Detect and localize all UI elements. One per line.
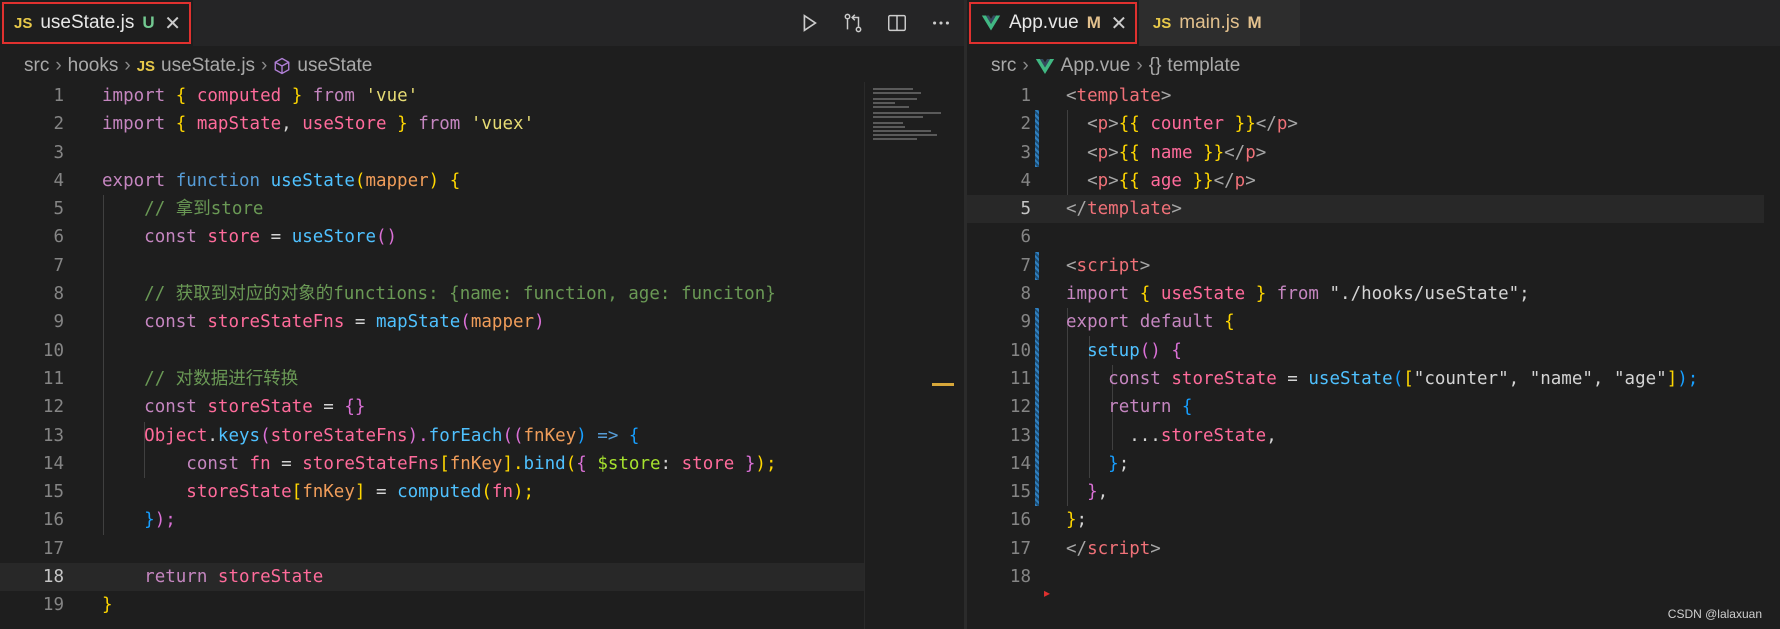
code-line: 7 <script> <box>1020 255 1151 276</box>
git-status-modified: M <box>1086 13 1101 32</box>
code-line: 14 const fn = storeStateFns[fnKey].bind(… <box>42 453 777 474</box>
vertical-scrollbar[interactable] <box>1764 82 1780 629</box>
code-line: 15 storeState[fnKey] = computed(fn); <box>42 482 535 503</box>
code-line: 5 // 拿到store <box>53 199 264 220</box>
code-line: 10 setup() { <box>1009 340 1182 361</box>
git-deleted-marker-icon: ▸ <box>1044 586 1051 600</box>
code-line: 1 <template> <box>1020 86 1172 106</box>
code-line: 3 <box>53 142 64 163</box>
vue-file-icon <box>1035 58 1054 74</box>
code-line: 1 import { computed } from 'vue' <box>53 86 419 106</box>
code-line: 9 export default { <box>1020 312 1235 333</box>
code-line: 13 ...storeState, <box>1009 425 1277 446</box>
close-tab-icon[interactable]: ✕ <box>1109 11 1129 36</box>
code-line: 6 const store = useStore() <box>53 227 398 248</box>
code-line: 12 return { <box>1009 397 1193 418</box>
breadcrumb-file[interactable]: useState.js <box>161 55 255 77</box>
code-line: 9 const storeStateFns = mapState(mapper) <box>53 312 545 333</box>
code-line: 4 export function useState(mapper) { <box>53 170 461 191</box>
breadcrumb-hooks[interactable]: hooks <box>68 55 119 77</box>
run-icon[interactable] <box>798 12 820 34</box>
code-line: 6 <box>1020 227 1031 248</box>
code-line-current: 18 return storeState <box>0 563 964 592</box>
code-line: 8 // 获取到对应的对象的functions: {name: function… <box>53 284 776 305</box>
code-line: 3 <p>{{ name }}</p> <box>1020 142 1267 163</box>
chevron-right-icon: › <box>124 55 131 76</box>
editor-actions <box>798 0 952 46</box>
code-line: 16 }); <box>42 510 176 531</box>
tab-app-vue[interactable]: App.vue M ✕ <box>967 0 1139 46</box>
breadcrumb-src[interactable]: src <box>24 55 49 77</box>
overview-ruler-marker <box>932 383 954 386</box>
code-line: 2 <p>{{ counter }}</p> <box>1020 114 1298 135</box>
breadcrumb-symbol[interactable]: template <box>1167 55 1240 77</box>
chevron-right-icon: › <box>55 55 62 76</box>
left-tab-bar: JS useState.js U ✕ <box>0 0 964 46</box>
minimap[interactable] <box>864 82 964 629</box>
chevron-right-icon: › <box>1022 55 1029 76</box>
js-file-icon: JS <box>1152 14 1172 32</box>
js-file-icon: JS <box>136 57 156 75</box>
chevron-right-icon: › <box>261 55 268 76</box>
split-editor-icon[interactable] <box>886 12 908 34</box>
code-line: 8 import { useState } from "./hooks/useSt… <box>1020 284 1530 305</box>
breadcrumb-symbol[interactable]: useState <box>297 55 372 77</box>
code-line: 4 <p>{{ age }}</p> <box>1020 170 1256 191</box>
vue-file-icon <box>981 15 1001 31</box>
code-editor[interactable]: 1 <template> 2 <p>{{ counter }}</p> 3 <p>… <box>967 82 1780 629</box>
watermark: CSDN @lalaxuan <box>1667 607 1762 621</box>
right-editor-group: App.vue M ✕ JS main.js M src › App.vue ›… <box>967 0 1780 629</box>
code-line: 18 <box>1009 567 1031 588</box>
code-line: 15 }, <box>1009 482 1109 503</box>
tab-filename: main.js <box>1179 12 1240 33</box>
code-line: 11 // 对数据进行转换 <box>42 368 299 389</box>
code-line: 12 const storeState = {} <box>42 397 366 418</box>
symbol-method-icon <box>274 57 290 75</box>
tab-usestate-js[interactable]: JS useState.js U ✕ <box>0 0 193 46</box>
symbol-braces-icon: {} <box>1148 55 1162 76</box>
breadcrumb: src › hooks › JS useState.js › useState <box>0 50 372 82</box>
breadcrumb-src[interactable]: src <box>991 55 1016 77</box>
git-status-modified: M <box>1247 13 1262 32</box>
code-editor[interactable]: 1 import { computed } from 'vue' 2 import … <box>0 82 964 629</box>
right-tab-bar: App.vue M ✕ JS main.js M <box>967 0 1780 46</box>
code-line: 2 import { mapState, useStore } from 'vue… <box>53 114 535 135</box>
compare-changes-icon[interactable] <box>842 12 864 34</box>
chevron-right-icon: › <box>1136 55 1143 76</box>
code-line: 17 <box>42 538 64 559</box>
code-line: 11 const storeState = useState(["counter… <box>1009 368 1699 389</box>
code-line: 16}; <box>1009 510 1088 531</box>
code-line: 10 <box>42 340 64 361</box>
close-tab-icon[interactable]: ✕ <box>163 11 183 36</box>
git-status-untracked: U <box>142 13 155 32</box>
js-file-icon: JS <box>14 14 33 32</box>
tab-main-js[interactable]: JS main.js M <box>1138 0 1300 46</box>
breadcrumb-file[interactable]: App.vue <box>1061 55 1131 77</box>
code-line: 7 <box>53 255 64 276</box>
code-line: 14 }; <box>1009 453 1130 474</box>
left-editor-group: JS useState.js U ✕ src › hooks › JS useS… <box>0 0 964 629</box>
code-line: 19} <box>42 595 113 616</box>
breadcrumb: src › App.vue › {} template <box>967 50 1240 82</box>
tab-filename: App.vue <box>1009 12 1079 33</box>
tab-filename: useState.js <box>40 12 135 33</box>
code-line: 17 </script> <box>1009 538 1161 559</box>
code-line: 13 Object.keys(storeStateFns).forEach((f… <box>42 425 640 446</box>
more-actions-icon[interactable] <box>930 12 952 34</box>
code-line-current: 5 </template> <box>967 195 1780 224</box>
